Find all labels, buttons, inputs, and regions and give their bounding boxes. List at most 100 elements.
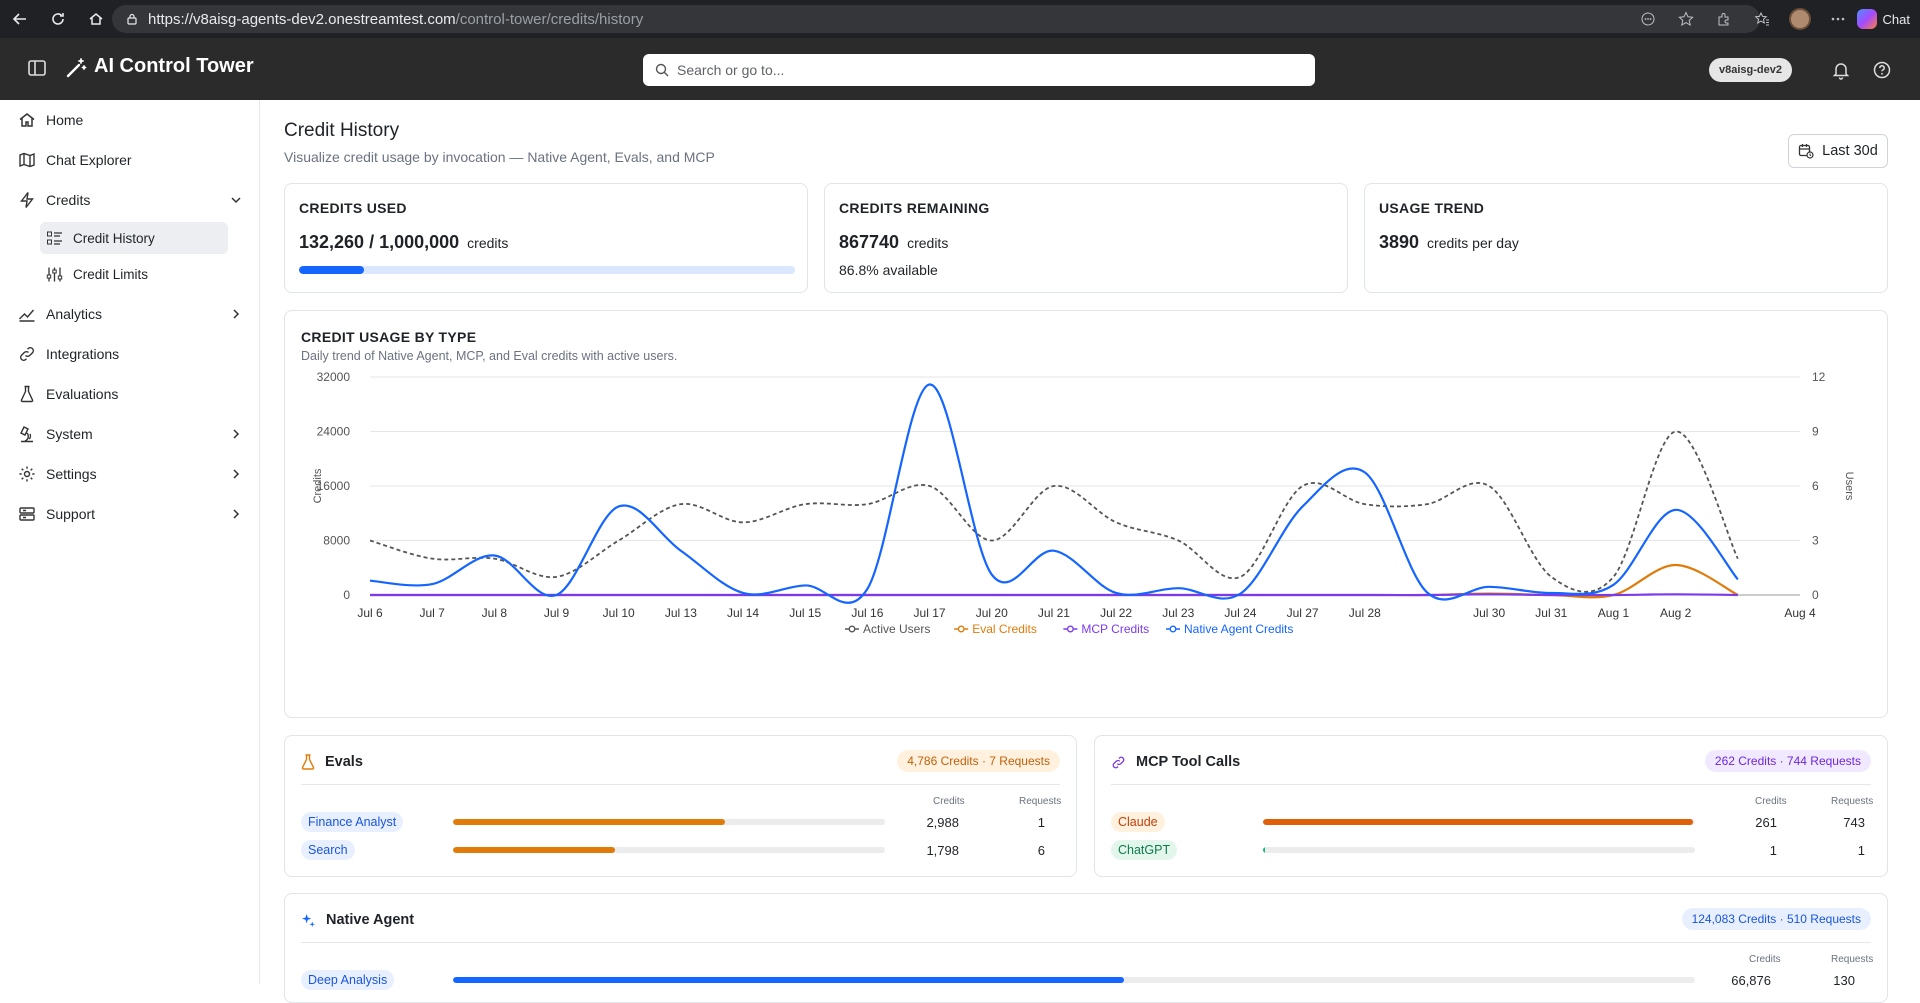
address-bar[interactable]: https://v8aisg-agents-dev2.onestreamtest…	[112, 5, 1760, 33]
sidebar-item-credits[interactable]: Credits	[18, 186, 243, 214]
requests-value: 6	[1037, 843, 1045, 858]
sidebar-item-integrations[interactable]: Integrations	[18, 340, 243, 368]
sidebar-item-evaluations[interactable]: Evaluations	[18, 380, 243, 408]
legend-marker	[957, 625, 965, 633]
app-brand[interactable]: AI Control Tower	[94, 55, 254, 78]
gear-icon	[19, 466, 35, 482]
kpi-label: CREDITS REMAINING	[839, 200, 990, 216]
kpi-label: CREDITS USED	[299, 200, 407, 216]
sidebar-item-credit-history[interactable]: Credit History	[40, 222, 228, 254]
card-title: Evals	[325, 754, 363, 770]
home-icon[interactable]	[84, 7, 108, 31]
card-title: MCP Tool Calls	[1136, 754, 1241, 770]
usage-bar	[1263, 847, 1695, 853]
usage-bar-fill	[1263, 819, 1694, 825]
profile-avatar[interactable]	[1781, 0, 1819, 38]
y-tick-label: 0	[343, 588, 350, 602]
bell-icon[interactable]	[1831, 60, 1851, 80]
reader-icon[interactable]	[1629, 0, 1667, 38]
x-tick-label: Jul 13	[665, 606, 697, 620]
y2-tick-label: 3	[1812, 534, 1819, 548]
client-tag[interactable]: ChatGPT	[1111, 840, 1178, 860]
sidebar-item-analytics[interactable]: Analytics	[18, 300, 243, 328]
sidebar-item-support[interactable]: Support	[18, 500, 243, 528]
native-summary-badge: 124,083 Credits · 510 Requests	[1681, 908, 1871, 930]
credits-value: 2,988	[926, 815, 959, 830]
back-icon[interactable]	[8, 7, 32, 31]
x-tick-label: Jul 28	[1349, 606, 1381, 620]
legend-label: Native Agent Credits	[1184, 622, 1293, 636]
divider	[301, 784, 1060, 785]
copilot-chat-button[interactable]: Chat	[1856, 9, 1920, 29]
tenant-badge[interactable]: v8aisg-dev2	[1709, 58, 1792, 82]
sidebar-item-label: Credits	[46, 192, 91, 208]
magic-wand-logo-icon	[66, 58, 87, 78]
url-path: /control-tower/credits/history	[455, 10, 644, 28]
x-tick-label: Jul 14	[727, 606, 759, 620]
usage-bar-fill	[453, 977, 1124, 983]
flask-icon	[301, 754, 315, 770]
x-tick-label: Jul 16	[851, 606, 883, 620]
search-input[interactable]: Search or go to...	[643, 54, 1315, 86]
col-requests: Requests	[1019, 796, 1062, 807]
sparkle-icon	[301, 913, 316, 927]
sidebar-item-label: Support	[46, 506, 96, 522]
sidebar-item-system[interactable]: System	[18, 420, 243, 448]
sidebar-item-chat-explorer[interactable]: Chat Explorer	[18, 146, 243, 174]
sidebar-toggle-icon[interactable]	[26, 57, 48, 79]
more-icon[interactable]	[1819, 0, 1857, 38]
chevron-right-icon[interactable]	[229, 467, 243, 481]
extensions-icon[interactable]	[1705, 0, 1743, 38]
chevron-down-icon[interactable]	[229, 193, 243, 207]
col-credits: Credits	[1749, 954, 1781, 965]
evals-card: Evals 4,786 Credits · 7 Requests Credits…	[284, 735, 1077, 877]
trend-line-icon	[19, 309, 35, 322]
x-tick-label: Jul 23	[1162, 606, 1194, 620]
usage-bar	[453, 819, 885, 825]
list-icon	[47, 231, 62, 245]
date-range-button[interactable]: Last 30d	[1788, 134, 1888, 168]
kpi-value: 132,260 / 1,000,000	[299, 232, 460, 252]
kpi-value: 3890	[1379, 232, 1420, 252]
kpi-sub: 86.8% available	[839, 262, 938, 278]
lightning-icon	[20, 192, 34, 208]
sidebar-item-settings[interactable]: Settings	[18, 460, 243, 488]
agent-tag[interactable]: Finance Analyst	[301, 812, 404, 832]
help-icon[interactable]	[1872, 60, 1892, 80]
y-tick-label: 8000	[323, 534, 350, 548]
site-info-icon[interactable]	[126, 13, 138, 25]
x-tick-label: Jul 22	[1100, 606, 1132, 620]
evals-summary-badge: 4,786 Credits · 7 Requests	[897, 750, 1060, 772]
credits-value: 261	[1755, 815, 1777, 830]
sidebar-item-home[interactable]: Home	[18, 106, 243, 134]
url-domain: https://v8aisg-agents-dev2.onestreamtest…	[148, 10, 456, 28]
credits-used-progress	[299, 266, 795, 274]
credit-usage-chart: 08000160002400032000036912Credits UsersJu…	[312, 370, 1855, 636]
series-line-active-users	[369, 430, 1739, 593]
kpi-usage-trend: USAGE TREND 3890 credits per day	[1364, 183, 1888, 293]
favorites-icon[interactable]	[1743, 0, 1781, 38]
usage-bar	[453, 977, 1695, 983]
chevron-right-icon[interactable]	[229, 427, 243, 441]
legend-marker	[848, 625, 856, 633]
subitem-label: Credit History	[73, 230, 155, 246]
y2-tick-label: 6	[1812, 479, 1819, 493]
y2-axis-label: Users	[1843, 472, 1855, 501]
chevron-right-icon[interactable]	[229, 507, 243, 521]
sidebar-item-credit-limits[interactable]: Credit Limits	[40, 258, 228, 290]
y-tick-label: 24000	[317, 425, 351, 439]
usage-bar-fill	[1263, 847, 1266, 853]
requests-value: 130	[1833, 973, 1855, 988]
credit-usage-chart-card: CREDIT USAGE BY TYPE Daily trend of Nati…	[284, 310, 1888, 718]
client-tag[interactable]: Claude	[1111, 812, 1165, 832]
chevron-right-icon[interactable]	[229, 307, 243, 321]
mcp-card: MCP Tool Calls 262 Credits · 744 Request…	[1094, 735, 1888, 877]
favorite-star-icon[interactable]	[1667, 0, 1705, 38]
refresh-icon[interactable]	[46, 7, 70, 31]
x-tick-label: Aug 2	[1660, 606, 1692, 620]
usage-bar-fill	[453, 847, 615, 853]
agent-tag[interactable]: Search	[301, 840, 355, 860]
y2-tick-label: 0	[1812, 588, 1819, 602]
agent-tag[interactable]: Deep Analysis	[301, 970, 395, 990]
date-range-label: Last 30d	[1822, 143, 1878, 159]
